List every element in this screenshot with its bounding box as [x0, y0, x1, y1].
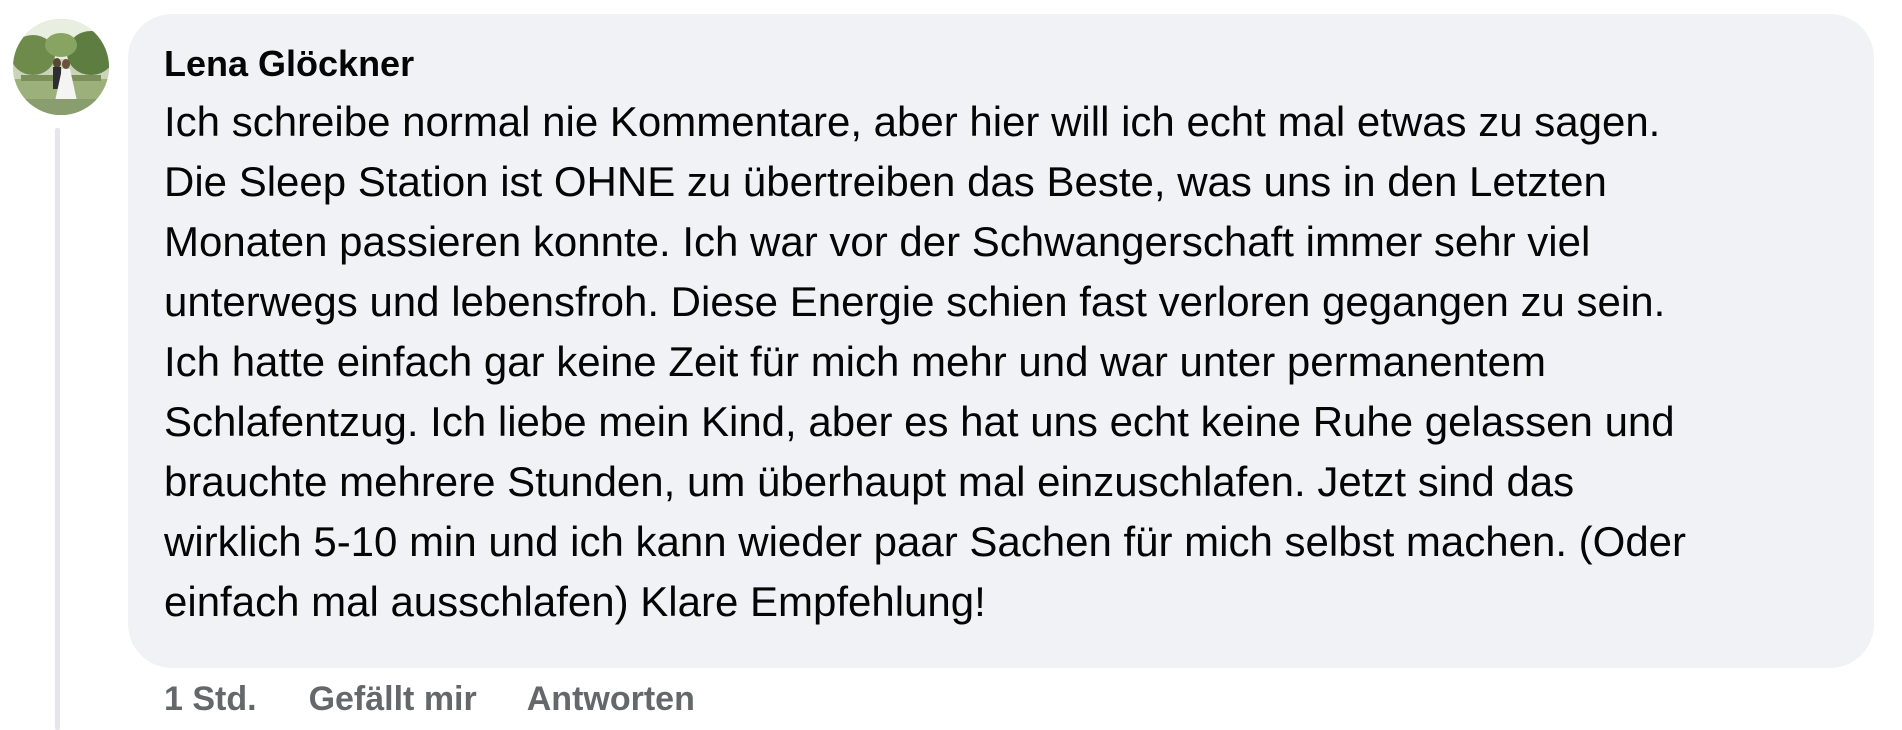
- avatar-photo-icon: [13, 19, 109, 115]
- comment-text-line: unterwegs und lebensfroh. Diese Energie …: [164, 278, 1666, 325]
- comment-text-line: Ich hatte einfach gar keine Zeit für mic…: [164, 338, 1547, 385]
- like-button[interactable]: Gefällt mir: [309, 677, 477, 721]
- comment-text-line: Schlafentzug. Ich liebe mein Kind, aber …: [164, 398, 1675, 445]
- comment-text-line: Die Sleep Station ist OHNE zu übertreibe…: [164, 158, 1607, 205]
- comment-author[interactable]: Lena Glöckner: [164, 42, 1840, 86]
- comment-text-line: brauchte mehrere Stunden, um überhaupt m…: [164, 458, 1575, 505]
- reply-button[interactable]: Antworten: [527, 677, 695, 721]
- comment-actions: 1 Std. Gefällt mir Antworten: [164, 677, 695, 721]
- comment-text-line: Ich schreibe normal nie Kommentare, aber…: [164, 98, 1661, 145]
- comment-bubble: Lena Glöckner Ich schreibe normal nie Ko…: [128, 14, 1874, 668]
- comment-text: Ich schreibe normal nie Kommentare, aber…: [164, 92, 1840, 632]
- comment-text-line: wirklich 5-10 min und ich kann wieder pa…: [164, 518, 1687, 565]
- comment: Lena Glöckner Ich schreibe normal nie Ko…: [0, 0, 1902, 730]
- thread-line: [55, 128, 60, 730]
- comment-timestamp[interactable]: 1 Std.: [164, 677, 257, 721]
- comment-text-line: einfach mal ausschlafen) Klare Empfehlun…: [164, 578, 986, 625]
- comment-text-line: Monaten passieren konnte. Ich war vor de…: [164, 218, 1591, 265]
- avatar[interactable]: [13, 19, 109, 115]
